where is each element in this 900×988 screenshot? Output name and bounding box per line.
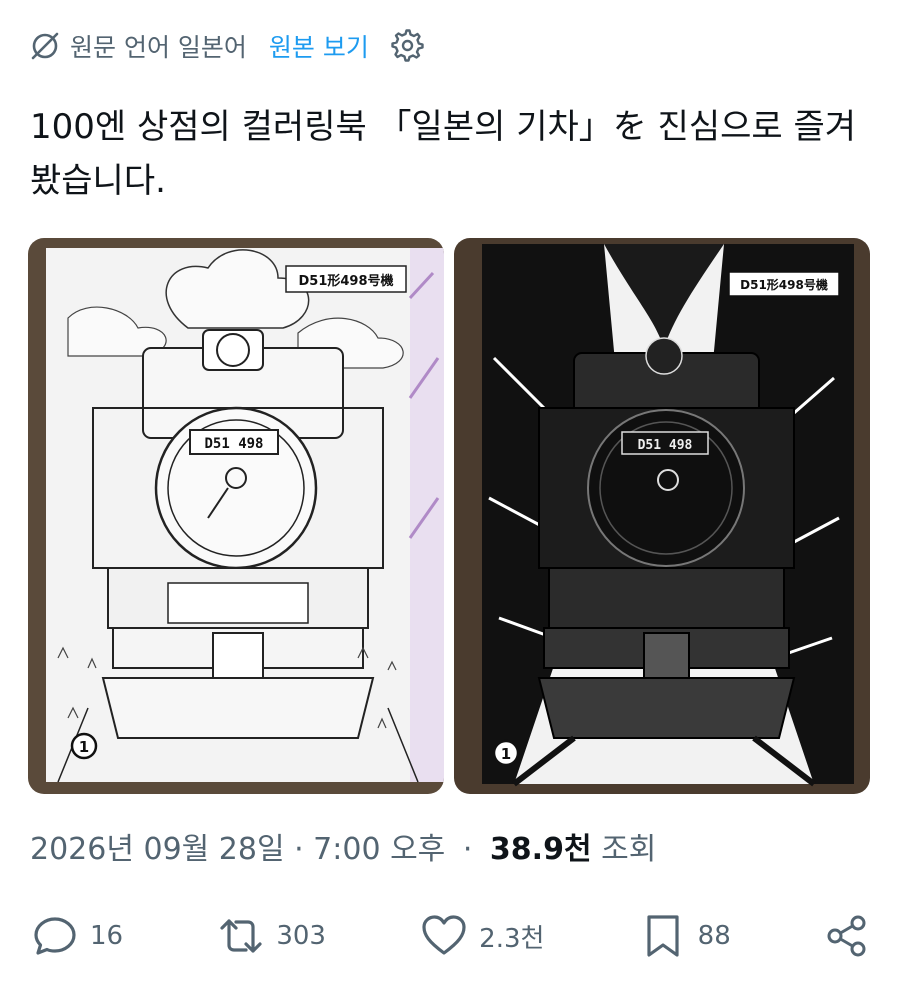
- share-icon: [827, 915, 866, 957]
- number-plate: D51 498: [638, 438, 693, 453]
- show-original-link[interactable]: 원본 보기: [269, 28, 369, 64]
- tweet-meta: 2026년 09월 28일 · 7:00 오후 · 38.9천 조회: [30, 824, 656, 868]
- reply-count: 16: [90, 921, 124, 951]
- bookmark-icon: [647, 915, 679, 957]
- heart-icon: [422, 915, 466, 955]
- plate-label: D51形498号機: [740, 277, 828, 292]
- translate-globe-icon: [31, 32, 59, 60]
- left-coloring-image[interactable]: D51形498号機 D51 498 1: [28, 238, 444, 794]
- reply-icon: [34, 917, 76, 955]
- bookmark-count: 88: [697, 921, 731, 951]
- tweet-text: 100엔 상점의 컬러링북 「일본의 기차」を 진심으로 즐겨봤습니다.: [30, 107, 857, 201]
- page-number: 1: [501, 745, 511, 763]
- timestamp[interactable]: 2026년 09월 28일 · 7:00 오후: [30, 832, 445, 867]
- views-count: 38.9천: [489, 832, 592, 867]
- reply-button[interactable]: 16: [30, 911, 123, 961]
- retweet-icon: [220, 919, 262, 953]
- bookmark-button[interactable]: 88: [638, 911, 731, 961]
- retweet-count: 303: [276, 921, 326, 951]
- retweet-button[interactable]: 303: [216, 911, 326, 961]
- translation-bar: 원문 언어 일본어 원본 보기: [28, 26, 425, 66]
- gear-icon[interactable]: [391, 29, 425, 63]
- media-grid: D51形498号機 D51 498 1 D51形498号機 D51 498 1: [28, 238, 870, 794]
- like-count: 2.3천: [479, 923, 545, 954]
- share-button[interactable]: [824, 913, 870, 959]
- like-button[interactable]: 2.3천: [419, 911, 544, 961]
- action-bar: 16 303 2.3천 88: [30, 906, 870, 966]
- meta-separator: ·: [462, 832, 473, 867]
- views-label: 조회: [601, 832, 657, 867]
- number-plate: D51 498: [204, 436, 263, 452]
- plate-label: D51形498号機: [298, 273, 393, 289]
- page-number: 1: [79, 738, 89, 756]
- right-inked-image[interactable]: D51形498号機 D51 498 1: [454, 238, 870, 794]
- source-language-label: 원문 언어 일본어: [70, 33, 247, 62]
